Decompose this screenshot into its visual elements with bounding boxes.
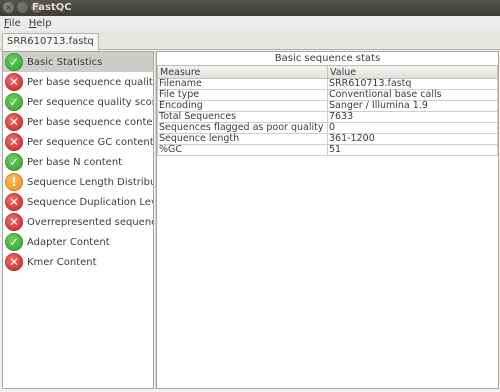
value-cell: 0 bbox=[327, 122, 498, 134]
measure-cell: Total Sequences bbox=[157, 111, 328, 123]
value-cell: 51 bbox=[327, 144, 498, 156]
measure-cell: Sequence length bbox=[157, 133, 328, 145]
window-title: FastQC bbox=[32, 2, 72, 13]
column-header-value[interactable]: Value bbox=[327, 65, 498, 79]
module-item[interactable]: ✕ Overrepresented sequences bbox=[3, 212, 153, 232]
module-item[interactable]: ✕ Per base sequence quality bbox=[3, 72, 153, 92]
cross-icon: ✕ bbox=[5, 193, 23, 211]
report-panel: Basic sequence stats Measure Value Filen… bbox=[156, 51, 499, 389]
module-item[interactable]: ✓ Basic Statistics bbox=[3, 52, 153, 72]
module-item[interactable]: ✕ Sequence Duplication Levels bbox=[3, 192, 153, 212]
table-row[interactable]: Filename SRR610713.fastq bbox=[157, 78, 498, 90]
value-cell: SRR610713.fastq bbox=[327, 78, 498, 90]
module-item[interactable]: ! Sequence Length Distribution bbox=[3, 172, 153, 192]
minimize-icon[interactable] bbox=[17, 2, 28, 13]
measure-cell: Encoding bbox=[157, 100, 328, 112]
module-item[interactable]: ✓ Per sequence quality scores bbox=[3, 92, 153, 112]
menu-bar: File Help bbox=[0, 16, 500, 31]
module-label: Kmer Content bbox=[27, 256, 97, 268]
module-label: Adapter Content bbox=[27, 236, 110, 248]
module-label: Per base N content bbox=[27, 156, 123, 168]
menu-file[interactable]: File bbox=[4, 18, 21, 29]
window-titlebar: × FastQC bbox=[0, 0, 500, 16]
table-row[interactable]: %GC 51 bbox=[157, 144, 498, 156]
module-label: Per sequence GC content bbox=[27, 136, 154, 148]
cross-icon: ✕ bbox=[5, 73, 23, 91]
column-header-measure[interactable]: Measure bbox=[157, 65, 328, 79]
module-item[interactable]: ✓ Adapter Content bbox=[3, 232, 153, 252]
cross-icon: ✕ bbox=[5, 253, 23, 271]
table-row[interactable]: Sequence length 361-1200 bbox=[157, 133, 498, 145]
check-icon: ✓ bbox=[5, 233, 23, 251]
module-label: Per sequence quality scores bbox=[27, 96, 154, 108]
module-label: Sequence Length Distribution bbox=[27, 176, 153, 188]
menu-help[interactable]: Help bbox=[29, 18, 52, 29]
table-row[interactable]: Sequences flagged as poor quality 0 bbox=[157, 122, 498, 134]
measure-cell: File type bbox=[157, 89, 328, 101]
menu-file-label: ile bbox=[9, 18, 21, 29]
check-icon: ✓ bbox=[5, 153, 23, 171]
module-item[interactable]: ✕ Per base sequence content bbox=[3, 112, 153, 132]
module-label: Per base sequence quality bbox=[27, 76, 154, 88]
module-label: Overrepresented sequences bbox=[27, 216, 154, 228]
report-title: Basic sequence stats bbox=[274, 53, 381, 64]
value-cell: Sanger / Illumina 1.9 bbox=[327, 100, 498, 112]
check-icon: ✓ bbox=[5, 53, 23, 71]
value-cell: Conventional base calls bbox=[327, 89, 498, 101]
check-icon: ✓ bbox=[5, 93, 23, 111]
cross-icon: ✕ bbox=[5, 113, 23, 131]
value-cell: 7633 bbox=[327, 111, 498, 123]
file-tab[interactable]: SRR610713.fastq bbox=[2, 33, 99, 51]
value-cell: 361-1200 bbox=[327, 133, 498, 145]
stats-table-body: Filename SRR610713.fastq File type Conventi… bbox=[157, 78, 498, 156]
warning-icon: ! bbox=[5, 173, 23, 191]
measure-cell: Sequences flagged as poor quality bbox=[157, 122, 328, 134]
menu-help-label: elp bbox=[36, 18, 52, 29]
measure-cell: %GC bbox=[157, 144, 328, 156]
module-item[interactable]: ✓ Per base N content bbox=[3, 152, 153, 172]
module-item[interactable]: ✕ Kmer Content bbox=[3, 252, 153, 272]
module-label: Sequence Duplication Levels bbox=[27, 196, 153, 208]
table-row[interactable]: Encoding Sanger / Illumina 1.9 bbox=[157, 100, 498, 112]
file-tab-strip: SRR610713.fastq bbox=[0, 31, 500, 51]
module-item[interactable]: ✕ Per sequence GC content bbox=[3, 132, 153, 152]
close-icon[interactable]: × bbox=[3, 2, 14, 13]
table-header-row: Measure Value bbox=[157, 65, 498, 79]
module-label: Basic Statistics bbox=[27, 56, 103, 68]
stats-table: Measure Value Filename SRR610713.fastq Fil… bbox=[157, 65, 498, 156]
cross-icon: ✕ bbox=[5, 213, 23, 231]
module-label: Per base sequence content bbox=[27, 116, 154, 128]
measure-cell: Filename bbox=[157, 78, 328, 90]
cross-icon: ✕ bbox=[5, 133, 23, 151]
table-row[interactable]: Total Sequences 7633 bbox=[157, 111, 498, 123]
module-list[interactable]: ✓ Basic Statistics ✕ Per base sequence qual… bbox=[2, 51, 154, 389]
table-row[interactable]: File type Conventional base calls bbox=[157, 89, 498, 101]
